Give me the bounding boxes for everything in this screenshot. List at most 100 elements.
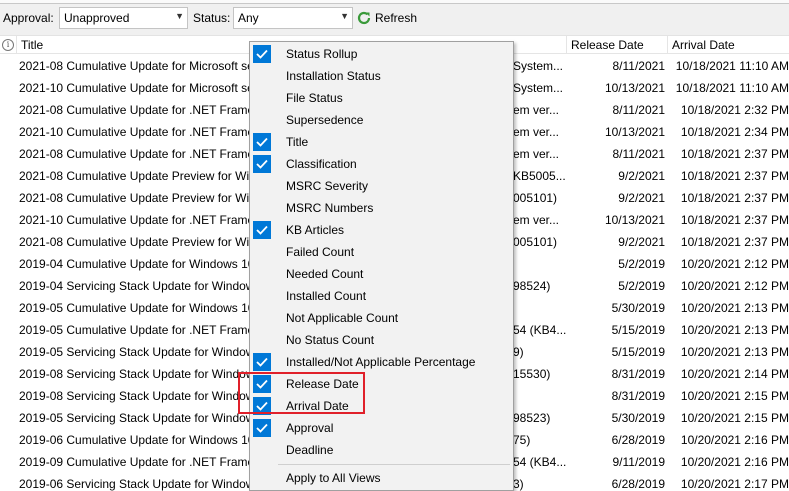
cell-arrival-date: 10/18/2021 2:37 PM xyxy=(680,235,789,249)
cell-arrival-date: 10/20/2021 2:14 PM xyxy=(680,367,789,381)
menu-item-apply-to-all-views[interactable]: Apply to All Views xyxy=(250,467,513,489)
menu-item-supersedence[interactable]: Supersedence xyxy=(250,109,513,131)
menu-item-label: Apply to All Views xyxy=(286,471,381,485)
menu-item-not-applicable-count[interactable]: Not Applicable Count xyxy=(250,307,513,329)
cell-title: 2019-08 Servicing Stack Update for Windo… xyxy=(19,389,251,403)
cell-release-date: 8/11/2021 xyxy=(612,103,666,117)
highlight-box xyxy=(238,372,365,414)
checkmark-icon xyxy=(253,133,271,151)
menu-item-label: Approval xyxy=(286,421,334,435)
cell-title-tail: 54 (KB4... xyxy=(513,455,567,469)
menu-separator xyxy=(278,464,510,465)
column-header-release-date[interactable]: Release Date xyxy=(567,36,668,54)
cell-arrival-date: 10/20/2021 2:12 PM xyxy=(680,279,789,293)
cell-title-tail: 9) xyxy=(513,345,524,359)
menu-item-msrc-numbers[interactable]: MSRC Numbers xyxy=(250,197,513,219)
cell-arrival-date: 10/18/2021 11:10 AM xyxy=(675,81,789,95)
menu-item-label: Not Applicable Count xyxy=(286,311,399,325)
column-chooser-menu: Status Rollup Installation Status File Sta… xyxy=(249,41,514,491)
cell-title: 2019-04 Servicing Stack Update for Windo… xyxy=(19,279,251,293)
menu-item-installed-count[interactable]: Installed Count xyxy=(250,285,513,307)
cell-title: 2019-05 Cumulative Update for Windows 10 xyxy=(19,301,251,315)
cell-release-date: 9/11/2019 xyxy=(612,455,666,469)
column-header-arrival-date[interactable]: Arrival Date xyxy=(668,36,789,54)
cell-arrival-date: 10/20/2021 2:16 PM xyxy=(680,455,789,469)
cell-release-date: 8/31/2019 xyxy=(611,367,665,381)
menu-item-failed-count[interactable]: Failed Count xyxy=(250,241,513,263)
cell-title-tail: em ver... xyxy=(513,103,560,117)
cell-arrival-date: 10/20/2021 2:17 PM xyxy=(680,477,789,491)
menu-item-label: Failed Count xyxy=(286,245,355,259)
cell-release-date: 5/15/2019 xyxy=(611,345,665,359)
menu-item-label: Deadline xyxy=(286,443,334,457)
cell-title-tail: 75) xyxy=(513,433,531,447)
cell-title-tail: 005101) xyxy=(513,191,558,205)
menu-item-label: Installed Count xyxy=(286,289,367,303)
cell-arrival-date: 10/18/2021 2:34 PM xyxy=(680,125,789,139)
cell-title-tail: em ver... xyxy=(513,125,560,139)
cell-arrival-date: 10/18/2021 2:37 PM xyxy=(680,147,789,161)
status-dropdown[interactable]: Any ▼ xyxy=(233,7,353,29)
menu-item-status-rollup[interactable]: Status Rollup xyxy=(250,43,513,65)
cell-title: 2019-04 Cumulative Update for Windows 10 xyxy=(19,257,251,271)
menu-item-label: Title xyxy=(286,135,309,149)
menu-item-label: MSRC Numbers xyxy=(286,201,374,215)
menu-item-file-status[interactable]: File Status xyxy=(250,87,513,109)
menu-item-kb-articles[interactable]: KB Articles xyxy=(250,219,513,241)
cell-release-date: 5/2/2019 xyxy=(618,257,665,271)
cell-title-tail: 15530) xyxy=(513,367,551,381)
status-label: Status: xyxy=(193,11,231,25)
cell-release-date: 5/30/2019 xyxy=(611,301,665,315)
menu-item-label: KB Articles xyxy=(286,223,345,237)
cell-release-date: 10/13/2021 xyxy=(604,213,665,227)
cell-title: 2019-06 Cumulative Update for Windows 10 xyxy=(19,433,251,447)
menu-item-label: Status Rollup xyxy=(286,47,358,61)
cell-arrival-date: 10/18/2021 2:37 PM xyxy=(680,169,789,183)
chevron-down-icon: ▼ xyxy=(340,11,349,21)
approval-dropdown[interactable]: Unapproved ▼ xyxy=(59,7,188,29)
cell-title-tail: System... xyxy=(513,59,564,73)
cell-title-tail: 3) xyxy=(513,477,524,491)
cell-title-tail: System... xyxy=(513,81,564,95)
toolbar: Approval: Unapproved ▼ Status: Any ▼ Ref… xyxy=(0,0,789,36)
menu-item-label: Classification xyxy=(286,157,357,171)
menu-item-needed-count[interactable]: Needed Count xyxy=(250,263,513,285)
checkmark-icon xyxy=(253,221,271,239)
cell-title: 2021-10 Cumulative Update for .NET Frame… xyxy=(19,125,251,139)
cell-title: 2021-10 Cumulative Update for .NET Frame… xyxy=(19,213,251,227)
refresh-button[interactable]: Refresh xyxy=(356,8,417,28)
cell-arrival-date: 10/20/2021 2:15 PM xyxy=(680,411,789,425)
menu-item-title[interactable]: Title xyxy=(250,131,513,153)
cell-title: 2019-06 Servicing Stack Update for Windo… xyxy=(19,477,251,491)
menu-item-classification[interactable]: Classification xyxy=(250,153,513,175)
menu-item-deadline[interactable]: Deadline xyxy=(250,439,513,461)
refresh-icon xyxy=(357,11,371,25)
cell-release-date: 5/2/2019 xyxy=(618,279,665,293)
cell-arrival-date: 10/20/2021 2:15 PM xyxy=(680,389,789,403)
menu-item-label: File Status xyxy=(286,91,343,105)
cell-arrival-date: 10/20/2021 2:13 PM xyxy=(680,301,789,315)
cell-title-tail: KB5005... xyxy=(513,169,566,183)
menu-item-approval[interactable]: Approval xyxy=(250,417,513,439)
menu-item-label: No Status Count xyxy=(286,333,375,347)
cell-arrival-date: 10/20/2021 2:12 PM xyxy=(680,257,789,271)
menu-item-label: Installed/Not Applicable Percentage xyxy=(286,355,476,369)
menu-item-msrc-severity[interactable]: MSRC Severity xyxy=(250,175,513,197)
cell-arrival-date: 10/18/2021 11:10 AM xyxy=(675,59,789,73)
menu-item-installed-not-applicable-percentage[interactable]: Installed/Not Applicable Percentage xyxy=(250,351,513,373)
column-header-info[interactable]: i xyxy=(0,36,17,54)
cell-release-date: 5/30/2019 xyxy=(611,411,665,425)
cell-arrival-date: 10/20/2021 2:13 PM xyxy=(680,323,789,337)
cell-title: 2019-05 Cumulative Update for .NET Frame… xyxy=(19,323,251,337)
cell-arrival-date: 10/20/2021 2:16 PM xyxy=(680,433,789,447)
cell-title: 2019-09 Cumulative Update for .NET Frame… xyxy=(19,455,251,469)
menu-item-label: Supersedence xyxy=(286,113,364,127)
cell-title: 2021-08 Cumulative Update Preview for Wi… xyxy=(19,235,251,249)
cell-title: 2021-10 Cumulative Update for Microsoft … xyxy=(19,81,251,95)
menu-item-no-status-count[interactable]: No Status Count xyxy=(250,329,513,351)
cell-release-date: 6/28/2019 xyxy=(611,433,665,447)
cell-release-date: 9/2/2021 xyxy=(618,191,665,205)
cell-title: 2019-05 Servicing Stack Update for Windo… xyxy=(19,411,251,425)
menu-item-installation-status[interactable]: Installation Status xyxy=(250,65,513,87)
checkmark-icon xyxy=(253,45,271,63)
